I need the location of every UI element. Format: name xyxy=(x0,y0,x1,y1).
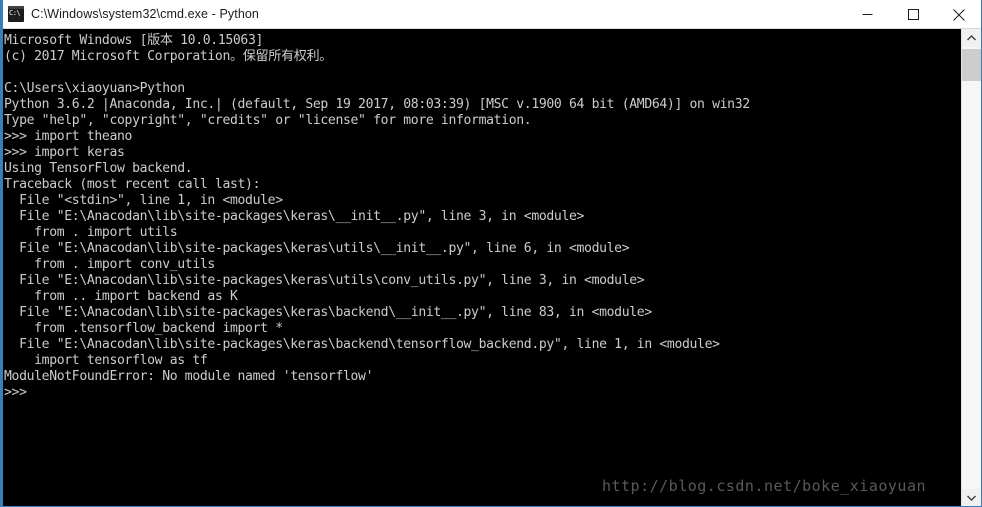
scroll-up-button[interactable] xyxy=(962,29,981,47)
console-output-area[interactable]: Microsoft Windows [版本 10.0.15063] (c) 20… xyxy=(3,29,958,506)
console-text: Microsoft Windows [版本 10.0.15063] (c) 20… xyxy=(4,33,750,400)
close-button[interactable] xyxy=(936,0,981,29)
scrollbar-thumb[interactable] xyxy=(962,49,981,81)
window-title: C:\Windows\system32\cmd.exe - Python xyxy=(31,7,259,21)
cmd-window: C:\Windows\system32\cmd.exe - Python Mi xyxy=(0,0,982,507)
window-controls xyxy=(844,0,981,29)
minimize-button[interactable] xyxy=(844,0,890,29)
console-scrollbar[interactable] xyxy=(961,29,981,506)
scroll-down-button[interactable] xyxy=(962,489,981,506)
chevron-up-icon xyxy=(967,35,976,41)
cmd-console-icon xyxy=(8,6,24,22)
maximize-button[interactable] xyxy=(890,0,936,29)
watermark-url: http://blog.csdn.net/boke_xiaoyuan xyxy=(601,477,926,495)
chevron-down-icon xyxy=(967,495,976,501)
scrollbar-track[interactable] xyxy=(962,47,981,489)
title-bar[interactable]: C:\Windows\system32\cmd.exe - Python xyxy=(3,0,981,29)
